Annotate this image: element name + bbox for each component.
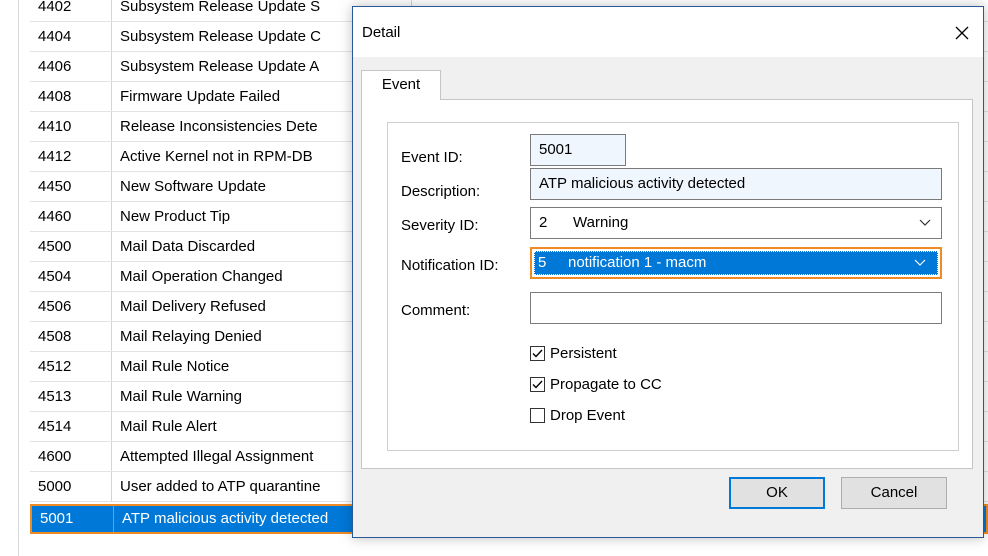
notification-number: 5	[538, 254, 547, 271]
description-label: Description:	[401, 183, 481, 200]
description-value: ATP malicious activity detected	[539, 175, 746, 192]
comment-label: Comment:	[401, 302, 471, 319]
event-tab-panel: Event ID: 5001 Description: ATP maliciou…	[361, 99, 973, 469]
dialog-title: Detail	[362, 24, 401, 41]
close-icon	[955, 26, 969, 40]
severity-number: 2	[539, 214, 548, 231]
notification-text: notification 1 - macm	[568, 254, 707, 271]
comment-input[interactable]	[530, 292, 942, 324]
dialog-titlebar[interactable]: Detail	[353, 7, 983, 57]
event-id-cell: 4506	[30, 292, 112, 321]
severity-select[interactable]: 2 Warning	[530, 207, 942, 239]
event-id-cell: 4508	[30, 322, 112, 351]
event-id-cell: 4504	[30, 262, 112, 291]
event-id-cell: 5000	[30, 472, 112, 501]
checkmark-icon	[532, 380, 543, 389]
list-left-border	[18, 0, 19, 556]
event-id-cell: 4513	[30, 382, 112, 411]
severity-text: Warning	[573, 214, 629, 231]
propagate-checkbox[interactable]: Propagate to CC	[530, 374, 662, 394]
event-id-field[interactable]: 5001	[530, 134, 626, 166]
severity-label: Severity ID:	[401, 217, 479, 234]
event-group-box: Event ID: 5001 Description: ATP maliciou…	[387, 122, 959, 451]
event-id-cell: 4402	[30, 0, 112, 21]
drop-event-label: Drop Event	[550, 406, 626, 424]
event-id-cell: 4406	[30, 52, 112, 81]
description-field[interactable]: ATP malicious activity detected	[530, 168, 942, 200]
event-id-label: Event ID:	[401, 149, 463, 166]
checkmark-icon	[532, 349, 543, 358]
event-id-cell: 4460	[30, 202, 112, 231]
propagate-label: Propagate to CC	[550, 375, 662, 393]
drop-event-checkbox[interactable]: Drop Event	[530, 405, 625, 425]
persistent-checkbox[interactable]: Persistent	[530, 343, 617, 363]
close-button[interactable]	[941, 15, 983, 51]
event-id-cell: 4512	[30, 352, 112, 381]
tab-event[interactable]: Event	[361, 70, 441, 100]
event-id-cell: 4412	[30, 142, 112, 171]
persistent-label: Persistent	[550, 344, 617, 362]
event-id-cell: 4500	[30, 232, 112, 261]
detail-dialog: Detail Event Event ID: 5001 Description:…	[352, 6, 984, 538]
event-id-value: 5001	[539, 141, 573, 158]
event-id-cell: 5001	[32, 506, 114, 532]
cancel-button[interactable]: Cancel	[841, 477, 947, 509]
chevron-down-icon[interactable]	[910, 251, 930, 275]
checkbox-drop-box[interactable]	[530, 407, 545, 423]
checkbox-persistent-box[interactable]	[530, 345, 545, 361]
notification-select[interactable]: 5 notification 1 - macm	[530, 247, 942, 279]
notification-label: Notification ID:	[401, 257, 499, 274]
event-id-cell: 4408	[30, 82, 112, 111]
checkbox-propagate-box[interactable]	[530, 376, 545, 392]
event-id-cell: 4600	[30, 442, 112, 471]
ok-button[interactable]: OK	[729, 477, 825, 509]
event-id-cell: 4450	[30, 172, 112, 201]
event-id-cell: 4410	[30, 112, 112, 141]
notification-selected-value: 5 notification 1 - macm	[534, 251, 938, 275]
tab-strip: Event	[353, 57, 983, 100]
event-id-cell: 4404	[30, 22, 112, 51]
event-id-cell: 4514	[30, 412, 112, 441]
chevron-down-icon[interactable]	[915, 208, 935, 238]
